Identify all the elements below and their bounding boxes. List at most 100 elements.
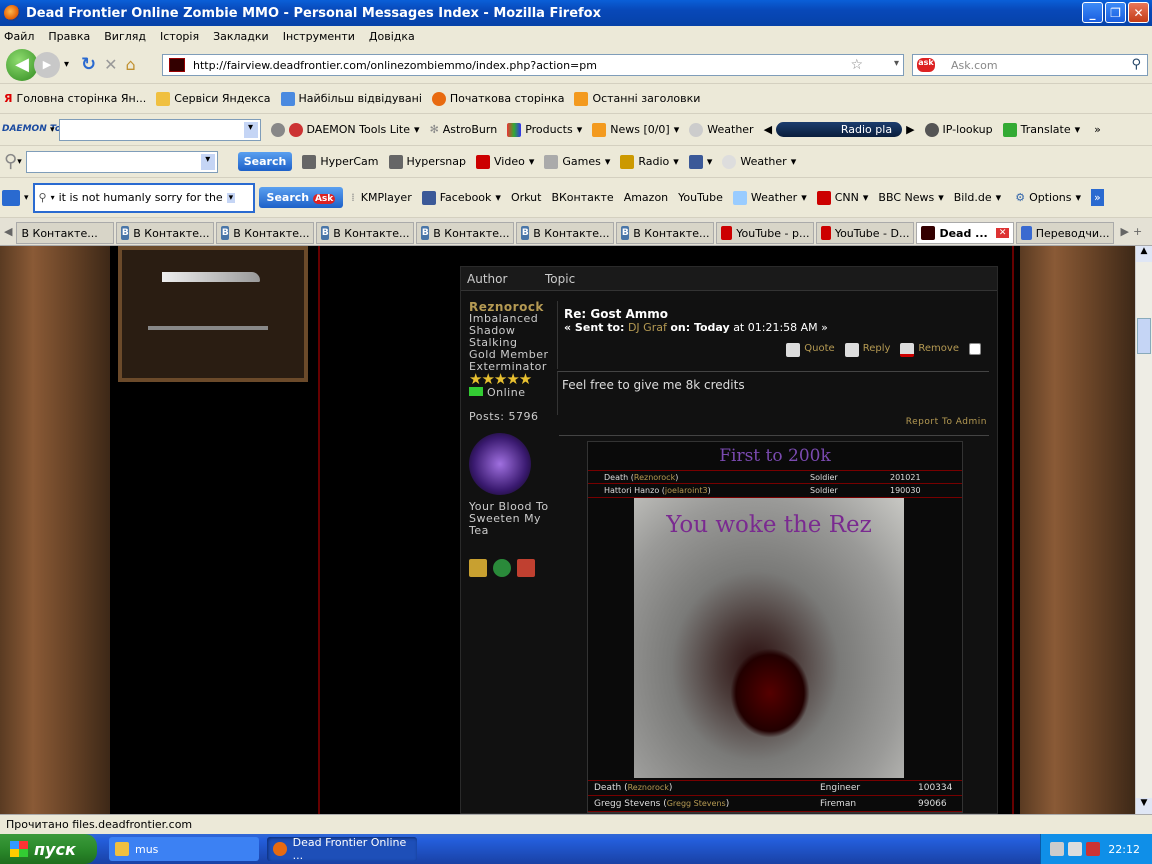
games-button[interactable]: Games ▾ [544,154,610,169]
hypersnap-button[interactable]: Hypersnap [388,154,466,169]
message-subject[interactable]: Re: Gost Ammo [564,307,989,321]
daemon-search-input[interactable] [58,118,261,141]
bild-link[interactable]: Bild.de ▾ [954,191,1001,204]
column-topic[interactable]: Topic [545,272,575,286]
ip-lookup-button[interactable]: IP-lookup [924,122,993,137]
ask-toolbar-search-input[interactable]: ⚲▾ it is not humanly sorry for the mist … [32,182,255,213]
close-tab-icon[interactable]: ✕ [995,228,1010,238]
tab-vkontakte[interactable]: В Контакте... [16,222,115,244]
reply-button[interactable]: Reply [844,343,890,357]
menu-help[interactable]: Довідка [369,30,415,43]
remove-button[interactable]: Remove [900,343,959,357]
toolbar-search-input[interactable] [25,150,218,173]
scroll-tabs-left-icon[interactable]: ◀ [4,225,12,238]
page-scrollbar[interactable]: ▲ ▼ [1135,246,1152,814]
taskbar-item-mus[interactable]: mus [109,837,259,861]
menu-bookmarks[interactable]: Закладки [213,30,269,43]
weather-button-2[interactable]: Weather ▾ [722,154,796,169]
tab-dead-frontier[interactable]: Dead ... ✕ [916,222,1015,244]
taskbar-item-firefox[interactable]: Dead Frontier Online ... [267,836,417,862]
minimize-button[interactable]: _ [1082,2,1103,23]
scroll-tabs-right-icon[interactable]: ▶ [1120,225,1128,238]
facebook-button[interactable]: ▾ [688,154,712,169]
url-dropdown-icon[interactable]: ▾ [894,58,899,69]
bookmark-yandex-services[interactable]: Сервіси Яндекса [156,91,271,106]
radio-button[interactable]: Radio ▾ [620,154,679,169]
more-chevron-icon[interactable]: » [1091,189,1104,206]
network-icon[interactable] [1050,842,1065,856]
kmplayer-link[interactable]: KMPlayer [361,191,412,204]
radio-player[interactable]: ◀ Radio pla ▶ [764,122,915,137]
profile-icon[interactable] [469,559,487,577]
tray-app-icon[interactable] [1086,842,1101,856]
orkut-link[interactable]: Orkut [511,191,542,204]
website-icon[interactable] [493,559,511,577]
bookmark-start-page[interactable]: Початкова сторінка [431,91,564,106]
more-chevron-icon[interactable]: » [1094,123,1101,136]
bookmark-most-visited[interactable]: Найбільш відвідувані [280,91,422,106]
bookmark-yandex-home[interactable]: Я Головна сторінка Ян... [4,92,146,105]
bookmark-latest-headlines[interactable]: Останні заголовки [574,91,700,106]
reload-icon[interactable]: ↻ [81,54,96,75]
youtube-link[interactable]: YouTube [678,191,723,204]
vkontakte-link[interactable]: ВКонтакте [551,191,613,204]
news-button[interactable]: News [0/0] ▾ [592,122,679,137]
chevron-down-icon[interactable]: ▾ [24,193,29,203]
toolbar-search-button[interactable]: Search [237,152,293,171]
menu-tools[interactable]: Інструменти [283,30,355,43]
report-to-admin-link[interactable]: Report To Admin [906,417,987,427]
home-icon[interactable]: ⌂ [126,55,136,74]
clock[interactable]: 22:12 [1108,843,1140,856]
weather-button[interactable]: Weather [689,122,754,137]
maximize-button[interactable]: ❐ [1105,2,1126,23]
next-icon[interactable]: ▶ [906,123,914,136]
quote-button[interactable]: Quote [786,343,835,357]
hypercam-button[interactable]: HyperCam [302,154,379,169]
tab-vkontakte[interactable]: BВ Контакте... [216,222,315,244]
bookmark-star-icon[interactable]: ☆ [850,57,863,73]
column-author[interactable]: Author [461,272,545,286]
tab-vkontakte[interactable]: BВ Контакте... [416,222,515,244]
history-dropdown-icon[interactable]: ▾ [64,59,69,70]
volume-icon[interactable] [1068,842,1083,856]
options-button[interactable]: ⚙ Options ▾ [1015,191,1081,204]
weather-link[interactable]: Weather ▾ [732,190,807,205]
recipient-link[interactable]: DJ Graf [628,321,667,334]
select-checkbox[interactable] [969,343,981,355]
prev-icon[interactable]: ◀ [764,123,772,136]
menu-edit[interactable]: Правка [48,30,90,43]
amazon-link[interactable]: Amazon [624,191,668,204]
ask-search-input[interactable]: ask Ask.com ⚲ [912,54,1148,76]
message-icon[interactable] [517,559,535,577]
scroll-up-icon[interactable]: ▲ [1136,246,1152,262]
stop-icon[interactable]: ✕ [104,55,117,74]
tab-vkontakte[interactable]: BВ Контакте... [116,222,215,244]
menu-view[interactable]: Вигляд [104,30,146,43]
tab-vkontakte[interactable]: BВ Контакте... [616,222,715,244]
astroburn-button[interactable]: ✻ AstroBurn [430,123,498,136]
ask-search-button[interactable]: Search Ask [258,187,344,208]
daemon-dropdown-icon[interactable]: ▾ [50,125,55,135]
translate-button[interactable]: Translate ▾ [1002,122,1080,137]
daemon-lite-button[interactable]: DAEMON Tools Lite ▾ [270,122,420,137]
dropdown-icon[interactable]: ▾ [226,192,236,203]
facebook-link[interactable]: Facebook ▾ [421,190,501,205]
tab-vkontakte[interactable]: BВ Контакте... [316,222,415,244]
tab-translator[interactable]: Переводчи... [1016,222,1115,244]
tab-vkontakte[interactable]: BВ Контакте... [516,222,615,244]
menu-history[interactable]: Історія [160,30,199,43]
url-bar[interactable]: http://fairview.deadfrontier.com/onlinez… [162,54,904,76]
tab-youtube[interactable]: YouTube - D... [816,222,915,244]
start-button[interactable]: пуск [0,834,97,864]
forward-button[interactable]: ▶ [34,51,60,78]
scroll-thumb[interactable] [1137,318,1151,354]
menu-file[interactable]: Файл [4,30,34,43]
products-button[interactable]: Products ▾ [507,122,582,137]
chevron-down-icon[interactable]: ▾ [17,157,22,167]
tab-youtube[interactable]: YouTube - p... [716,222,815,244]
bbc-link[interactable]: BBC News ▾ [878,191,943,204]
video-button[interactable]: Video ▾ [476,154,534,169]
new-tab-icon[interactable]: + [1133,225,1142,238]
search-icon[interactable]: ⚲ [1131,57,1141,72]
scroll-down-icon[interactable]: ▼ [1136,798,1152,814]
